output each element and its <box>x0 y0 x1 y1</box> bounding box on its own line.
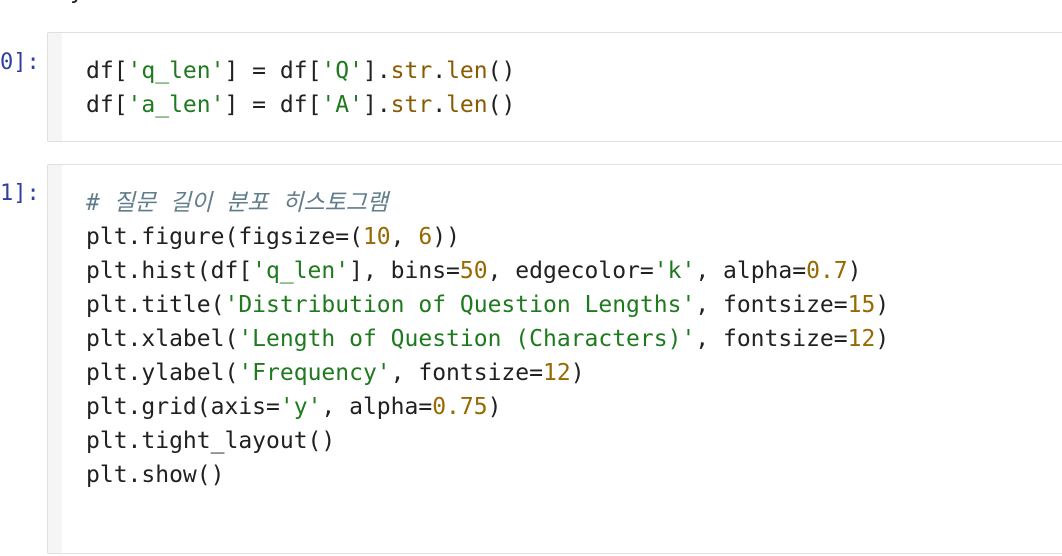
code-token: 'Frequency' <box>238 360 391 386</box>
code-token: len <box>446 58 488 84</box>
code-line: plt.xlabel('Length of Question (Characte… <box>86 322 889 356</box>
code-token: 'Q' <box>321 58 363 84</box>
code-line: plt.hist(df['q_len'], bins=50, edgecolor… <box>86 254 862 288</box>
code-token: ], bins= <box>349 258 460 284</box>
code-token: () <box>487 92 516 118</box>
code-cell-2-editor[interactable]: # 질문 길이 분포 히스토그램 plt.figure(figsize=(10,… <box>62 165 1062 553</box>
code-token: str <box>390 92 433 118</box>
code-token: )) <box>432 224 460 250</box>
code-token: str <box>390 58 433 84</box>
code-token: , fontsize= <box>695 292 848 318</box>
code-cell-1-editor[interactable]: df['q_len'] = df['Q'].str.len() df['a_le… <box>62 33 1062 141</box>
code-line: plt.figure(figsize=(10, 6)) <box>86 220 460 254</box>
cell-2-prompt: 1]: <box>0 181 40 206</box>
code-line: plt.show() <box>86 458 224 492</box>
code-token: df[ <box>86 58 128 84</box>
code-token: 12 <box>542 360 571 386</box>
code-token: plt.figure(figsize=( <box>86 224 363 250</box>
code-token: 'Distribution of Question Lengths' <box>224 292 696 318</box>
code-token: 12 <box>847 326 876 352</box>
code-token: , alpha= <box>321 394 433 420</box>
code-line: plt.ylabel('Frequency', fontsize=12) <box>86 356 585 390</box>
code-token: plt.tight_layout() <box>86 428 336 454</box>
code-token: 'q_len' <box>127 58 225 84</box>
code-token: , fontsize= <box>390 360 543 386</box>
previous-cell-output-fragment: y <box>70 0 84 4</box>
code-token: ) <box>847 258 862 284</box>
code-token: df[ <box>86 92 128 118</box>
cell-1-prompt: 0]: <box>0 50 40 75</box>
code-token: len <box>446 92 488 118</box>
code-token: 0.75 <box>432 394 488 420</box>
code-line: df['q_len'] = df['Q'].str.len() <box>86 54 515 88</box>
code-token: 'A' <box>321 92 363 118</box>
code-token: ) <box>570 360 585 386</box>
code-token: ) <box>487 394 502 420</box>
code-token: , alpha= <box>695 258 807 284</box>
code-token: 10 <box>362 224 391 250</box>
notebook-page: y 0]: df['q_len'] = df['Q'].str.len() df… <box>0 0 1062 556</box>
code-line: plt.tight_layout() <box>86 424 335 458</box>
code-token: ]. <box>362 92 391 118</box>
code-token: plt.title( <box>86 292 225 318</box>
code-token: 'q_len' <box>252 258 350 284</box>
code-token: , <box>390 224 419 250</box>
code-token: . <box>432 58 447 84</box>
code-token: ]. <box>362 58 391 84</box>
code-token: # 질문 길이 분포 히스토그램 <box>86 190 388 216</box>
code-cell-2[interactable]: # 질문 길이 분포 히스토그램 plt.figure(figsize=(10,… <box>47 164 1062 554</box>
code-token: ) <box>875 326 890 352</box>
code-token: , fontsize= <box>695 326 848 352</box>
code-token: 'a_len' <box>127 92 225 118</box>
code-token: . <box>432 92 447 118</box>
code-token: 15 <box>847 292 876 318</box>
code-token: , edgecolor= <box>487 258 654 284</box>
code-line: plt.grid(axis='y', alpha=0.75) <box>86 390 501 424</box>
code-token: 6 <box>418 224 433 250</box>
code-token: plt.hist(df[ <box>86 258 253 284</box>
code-token: 50 <box>459 258 488 284</box>
code-token: ) <box>875 292 890 318</box>
code-cell-1[interactable]: df['q_len'] = df['Q'].str.len() df['a_le… <box>47 32 1062 142</box>
code-token: 0.7 <box>806 258 848 284</box>
code-token: 'Length of Question (Characters)' <box>238 326 696 352</box>
code-token: 'y' <box>279 394 322 420</box>
code-token: ] = df[ <box>224 58 322 84</box>
code-token: plt.show() <box>86 462 225 488</box>
code-token: plt.xlabel( <box>86 326 239 352</box>
code-token: ] = df[ <box>224 92 322 118</box>
code-token: plt.ylabel( <box>86 360 239 386</box>
code-token: plt.grid(axis= <box>86 394 280 420</box>
code-token: () <box>487 58 516 84</box>
code-token: 'k' <box>653 258 696 284</box>
code-line: plt.title('Distribution of Question Leng… <box>86 288 889 322</box>
code-comment-line: # 질문 길이 분포 히스토그램 <box>86 186 388 220</box>
code-line: df['a_len'] = df['A'].str.len() <box>86 88 515 122</box>
